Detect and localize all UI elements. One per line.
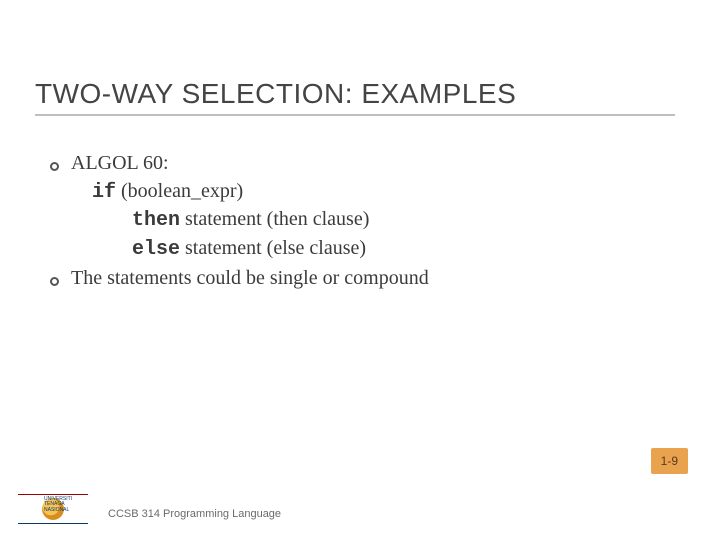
- page-number-badge: 1-9: [651, 448, 688, 474]
- bullet-item: The statements could be single or compou…: [50, 265, 670, 293]
- bullet-icon: [50, 162, 59, 171]
- bullet-text: The statements could be single or compou…: [71, 265, 429, 293]
- slide: TWO-WAY SELECTION: EXAMPLES ALGOL 60: if…: [0, 0, 720, 540]
- keyword-else: else: [132, 238, 180, 261]
- bullet-icon: [50, 277, 59, 286]
- code-line: then statement (then clause): [50, 206, 670, 235]
- keyword-then: then: [132, 209, 180, 232]
- footer-text: CCSB 314 Programming Language: [108, 508, 281, 520]
- code-text: statement (else clause): [180, 237, 366, 259]
- bullet-text: ALGOL 60:: [71, 150, 169, 178]
- slide-title: TWO-WAY SELECTION: EXAMPLES: [35, 78, 675, 116]
- code-text: statement (then clause): [180, 208, 369, 230]
- bullet-item: ALGOL 60:: [50, 150, 670, 178]
- keyword-if: if: [92, 181, 116, 204]
- code-line: else statement (else clause): [50, 235, 670, 264]
- logo-text: UNIVERSITI TENAGA NASIONAL: [44, 497, 72, 513]
- slide-content: ALGOL 60: if (boolean_expr) then stateme…: [50, 150, 670, 293]
- logo-line: NASIONAL: [44, 508, 72, 513]
- code-line: if (boolean_expr): [50, 178, 670, 207]
- university-logo: UNIVERSITI TENAGA NASIONAL: [18, 488, 88, 530]
- code-text: (boolean_expr): [116, 180, 243, 202]
